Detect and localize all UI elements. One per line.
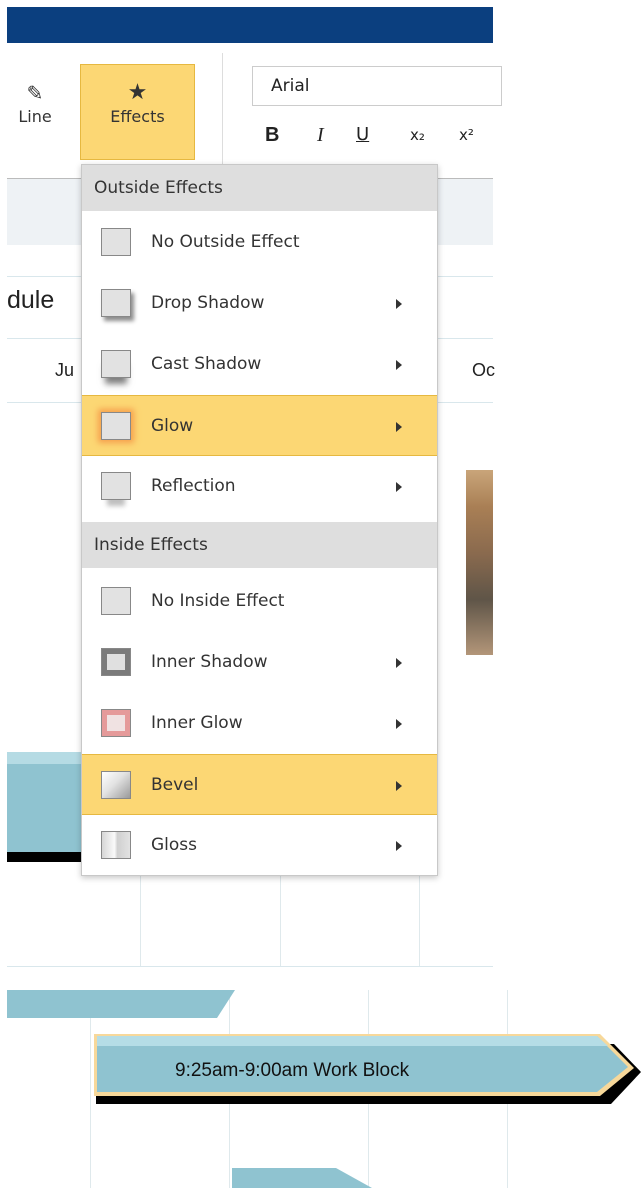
submenu-arrow-icon [396, 299, 402, 309]
superscript-button[interactable]: x² [459, 119, 474, 151]
menu-item-label: No Outside Effect [151, 232, 300, 252]
app-top-bar [7, 7, 493, 43]
work-block-label: 9:25am-9:00am Work Block [175, 1060, 410, 1081]
grid-column-line [90, 990, 91, 1188]
menu-item-gloss[interactable]: Gloss [82, 815, 437, 876]
submenu-arrow-icon [396, 360, 402, 370]
drop-shadow-swatch-icon [101, 289, 131, 317]
photo-thumbnail[interactable] [466, 470, 493, 655]
star-icon: ★ [127, 80, 148, 105]
menu-item-label: Bevel [151, 775, 199, 795]
line-button[interactable]: ✎ Line [7, 79, 63, 141]
inner-glow-swatch-icon [101, 709, 131, 737]
inside-effects-header: Inside Effects [82, 522, 437, 568]
effects-dropdown-menu: Outside Effects No Outside Effect Drop S… [81, 164, 438, 876]
menu-item-cast-shadow[interactable]: Cast Shadow [82, 334, 437, 395]
grid-column-line [419, 876, 420, 966]
outside-effects-header: Outside Effects [82, 165, 437, 211]
schedule-title-fragment: dule [7, 286, 55, 314]
menu-item-glow[interactable]: Glow [82, 395, 437, 456]
effects-button[interactable]: ★ Effects [80, 64, 195, 160]
menu-item-label: No Inside Effect [151, 591, 285, 611]
menu-item-inner-shadow[interactable]: Inner Shadow [82, 632, 437, 693]
menu-item-label: Inner Glow [151, 713, 243, 733]
underline-button[interactable]: U [356, 119, 369, 151]
bold-button[interactable]: B [265, 119, 279, 151]
submenu-arrow-icon [396, 658, 402, 668]
menu-item-label: Reflection [151, 476, 236, 496]
effects-button-label: Effects [110, 107, 165, 126]
menu-item-bevel[interactable]: Bevel [82, 754, 437, 815]
no-effect-swatch-icon [101, 587, 131, 615]
timeline-bar[interactable] [232, 1168, 372, 1188]
cast-shadow-swatch-icon [101, 350, 131, 378]
timeline-bar[interactable] [7, 990, 235, 1018]
menu-item-label: Gloss [151, 835, 198, 855]
month-label: Oc [472, 360, 496, 380]
ribbon-toolbar: ✎ Line ★ Effects Arial B I U x₂ x² [7, 43, 502, 178]
menu-item-reflection[interactable]: Reflection [82, 456, 437, 517]
no-effect-swatch-icon [101, 228, 131, 256]
menu-item-no-inside-effect[interactable]: No Inside Effect [82, 571, 437, 632]
menu-item-no-outside-effect[interactable]: No Outside Effect [82, 212, 437, 273]
menu-item-inner-glow[interactable]: Inner Glow [82, 693, 437, 754]
edit-icon: ✎ [26, 81, 44, 105]
submenu-arrow-icon [396, 719, 402, 729]
submenu-arrow-icon [396, 422, 402, 432]
menu-item-label: Inner Shadow [151, 652, 268, 672]
font-family-select[interactable]: Arial [252, 66, 502, 106]
menu-item-label: Glow [151, 416, 194, 436]
menu-item-drop-shadow[interactable]: Drop Shadow [82, 273, 437, 334]
inner-shadow-swatch-icon [101, 648, 131, 676]
reflection-swatch-icon [101, 472, 131, 500]
subscript-button[interactable]: x₂ [410, 119, 425, 151]
menu-item-label: Drop Shadow [151, 293, 265, 313]
grid-column-line [280, 876, 281, 966]
glow-swatch-icon [101, 412, 131, 440]
submenu-arrow-icon [396, 781, 402, 791]
ribbon-divider [222, 53, 223, 171]
bevel-swatch-icon [101, 771, 131, 799]
italic-button[interactable]: I [317, 119, 324, 151]
menu-item-label: Cast Shadow [151, 354, 262, 374]
grid-line [7, 966, 493, 967]
gloss-swatch-icon [101, 831, 131, 859]
month-label: Ju [55, 360, 75, 380]
submenu-arrow-icon [396, 482, 402, 492]
grid-column-line [140, 876, 141, 966]
submenu-arrow-icon [396, 841, 402, 851]
line-button-label: Line [18, 107, 52, 126]
